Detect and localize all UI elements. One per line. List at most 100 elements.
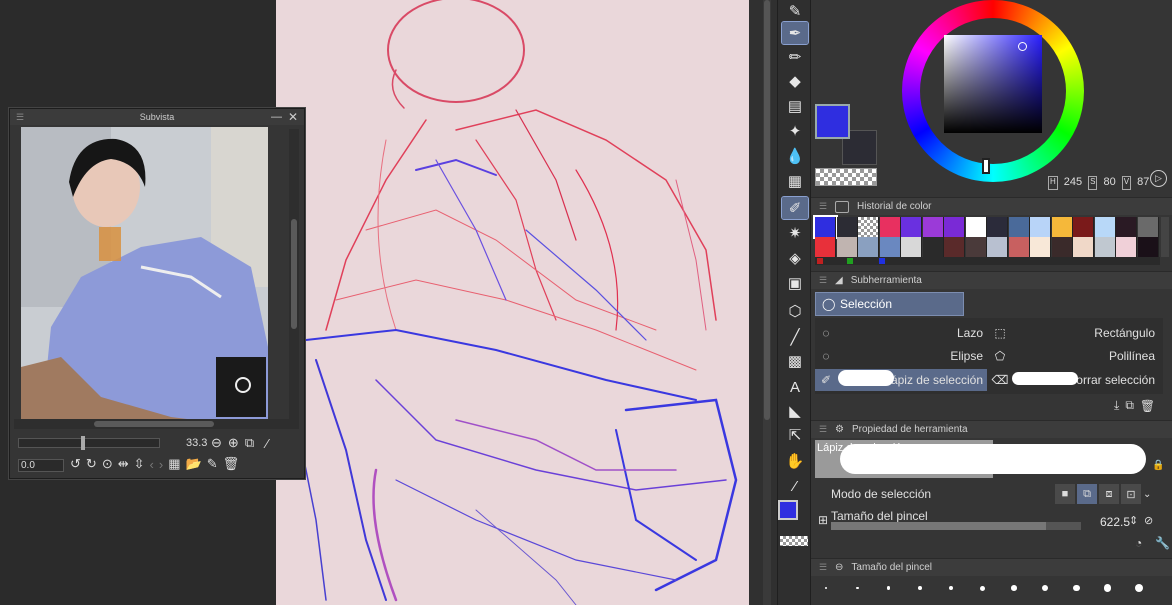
history-swatch[interactable]	[1073, 237, 1094, 257]
brush-size-preset-dot[interactable]	[1042, 584, 1049, 592]
eraser-tool-icon[interactable]: ◆	[782, 70, 808, 92]
history-swatch[interactable]	[901, 217, 922, 237]
lock-icon[interactable]: 🔒	[1152, 460, 1164, 471]
history-swatch[interactable]	[1073, 217, 1094, 237]
history-swatch[interactable]	[1030, 237, 1051, 257]
selection-tool-icon[interactable]: ✐	[781, 196, 809, 220]
subview-horizontal-scrollbar[interactable]	[14, 419, 292, 429]
gradient-tool-icon[interactable]: ▣	[782, 272, 808, 294]
wrench-icon[interactable]: 🔧	[1155, 536, 1170, 550]
subview-vertical-scrollbar[interactable]	[289, 129, 299, 429]
sv-cursor[interactable]	[1018, 42, 1027, 51]
brush-size-preset-dot[interactable]	[1073, 584, 1080, 592]
main-color-swatch[interactable]	[815, 104, 850, 139]
brush-size-preset-dot[interactable]	[1011, 585, 1017, 591]
previous-icon[interactable]: ‹	[150, 457, 154, 472]
duplicate-icon[interactable]: ⧉	[1125, 398, 1134, 413]
pencil-tool-icon[interactable]: ✏	[782, 46, 808, 68]
pattern-tool-icon[interactable]: ▩	[782, 350, 808, 372]
brush-size-preset-dot[interactable]	[980, 585, 985, 591]
history-swatch[interactable]	[987, 237, 1008, 257]
history-swatch[interactable]	[944, 237, 965, 257]
history-swatch[interactable]	[965, 217, 987, 237]
3d-object-icon[interactable]: ⬡	[782, 300, 808, 322]
main-color-mini-swatch[interactable]	[778, 500, 798, 520]
subview-titlebar[interactable]: ☰ Subvista — ✕	[10, 109, 304, 125]
rotate-right-icon[interactable]: ↻	[86, 456, 97, 472]
brush-size-preset-dot[interactable]	[1135, 584, 1143, 592]
next-icon[interactable]: ›	[159, 457, 163, 472]
eyedropper-icon[interactable]: ⁄	[266, 436, 268, 451]
history-swatch[interactable]	[1137, 237, 1159, 257]
expand-plus-icon[interactable]: ⊞	[818, 513, 828, 527]
eyedropper-tool-icon[interactable]: ⁄	[782, 475, 808, 497]
history-swatch[interactable]	[922, 217, 944, 237]
history-swatch[interactable]	[879, 217, 901, 237]
transparent-mini-swatch[interactable]	[780, 536, 808, 546]
line-tool-icon[interactable]: ╱	[782, 326, 808, 348]
subtool-group-tab[interactable]: ◯ Selección	[815, 292, 964, 316]
zoom-slider-handle[interactable]	[81, 436, 85, 450]
history-swatch[interactable]	[1094, 217, 1116, 237]
brush-size-panel-header[interactable]: ☰ ⊖ Tamaño del pincel	[811, 558, 1172, 576]
hue-cursor[interactable]	[982, 158, 990, 174]
frame-tool-icon[interactable]: ◣	[782, 400, 808, 422]
history-swatch[interactable]	[1116, 217, 1137, 237]
history-swatch[interactable]	[1008, 217, 1030, 237]
history-swatch[interactable]	[901, 237, 922, 257]
pen-tool-icon[interactable]: ✎	[782, 0, 808, 22]
subtract-selection-icon[interactable]: ⧈	[1099, 484, 1119, 504]
color-history-header[interactable]: ☰ Historial de color	[811, 197, 1172, 215]
history-swatch[interactable]	[944, 217, 965, 237]
transparent-color-swatch[interactable]	[815, 168, 877, 186]
brush-size-preset-dot[interactable]	[887, 586, 891, 590]
scrollbar-thumb[interactable]	[764, 0, 770, 420]
scrollbar-thumb[interactable]	[94, 421, 214, 427]
open-folder-icon[interactable]: 📂	[186, 456, 202, 472]
brush-size-preset-dot[interactable]	[825, 587, 827, 589]
pen-active-tool-icon[interactable]: ✒	[781, 21, 809, 45]
history-swatch[interactable]	[922, 237, 944, 257]
drawing-canvas[interactable]	[276, 0, 749, 605]
history-swatch[interactable]	[987, 217, 1008, 237]
water-drop-tool-icon[interactable]: 💧	[782, 145, 808, 167]
history-swatch[interactable]	[1051, 217, 1073, 237]
zoom-in-icon[interactable]: ⊕	[228, 435, 239, 451]
mesh-transform-icon[interactable]: ▦	[782, 170, 808, 192]
history-swatch[interactable]	[858, 217, 879, 237]
brush-size-preset-dot[interactable]	[1104, 584, 1112, 592]
grid-view-icon[interactable]: ▦	[168, 456, 180, 472]
history-swatch[interactable]	[1137, 217, 1159, 237]
color-history-scrollbar[interactable]	[1161, 217, 1169, 257]
saturation-value-square[interactable]	[944, 35, 1042, 133]
brush-size-slider[interactable]	[831, 522, 1081, 530]
hand-tool-icon[interactable]: ✋	[782, 450, 808, 472]
tool-property-header[interactable]: ☰ ⚙ Propiedad de herramienta	[811, 420, 1172, 438]
scrollbar-thumb[interactable]	[291, 219, 297, 329]
text-tool-icon[interactable]: A	[782, 376, 808, 398]
minimize-icon[interactable]: —	[271, 111, 282, 123]
reset-rotation-icon[interactable]: ⊙	[102, 456, 113, 472]
chevron-down-icon[interactable]: ⌄	[1143, 489, 1157, 500]
subtool-item-lasso[interactable]: ◌ Lazo	[815, 322, 987, 344]
history-swatch[interactable]	[1051, 237, 1073, 257]
settings-dial-icon[interactable]: ◔	[1135, 536, 1142, 550]
blend-tool-icon[interactable]: ▤	[782, 95, 808, 117]
subtool-item-rectangle[interactable]: ⬚ Rectángulo	[989, 322, 1159, 344]
fill-bucket-icon[interactable]: ◈	[782, 247, 808, 269]
trash-icon[interactable]: 🗑	[223, 456, 240, 472]
zoom-slider[interactable]	[18, 436, 160, 450]
sparkle-tool-icon[interactable]: ✦	[782, 120, 808, 142]
close-icon[interactable]: ✕	[288, 110, 298, 124]
history-swatch[interactable]	[1116, 237, 1137, 257]
brush-size-preset-dot[interactable]	[918, 586, 922, 590]
trash-icon[interactable]: 🗑	[1140, 399, 1155, 413]
edit-icon[interactable]: ✎	[207, 456, 218, 472]
object-select-icon[interactable]: ⇱	[782, 424, 808, 446]
history-swatch[interactable]	[965, 237, 987, 257]
history-swatch[interactable]	[879, 237, 901, 257]
magic-wand-icon[interactable]: ✷	[782, 222, 808, 244]
color-mode-play-icon[interactable]: ▷	[1150, 170, 1167, 187]
flip-horizontal-icon[interactable]: ⇹	[118, 456, 129, 472]
history-swatch[interactable]	[836, 217, 858, 237]
